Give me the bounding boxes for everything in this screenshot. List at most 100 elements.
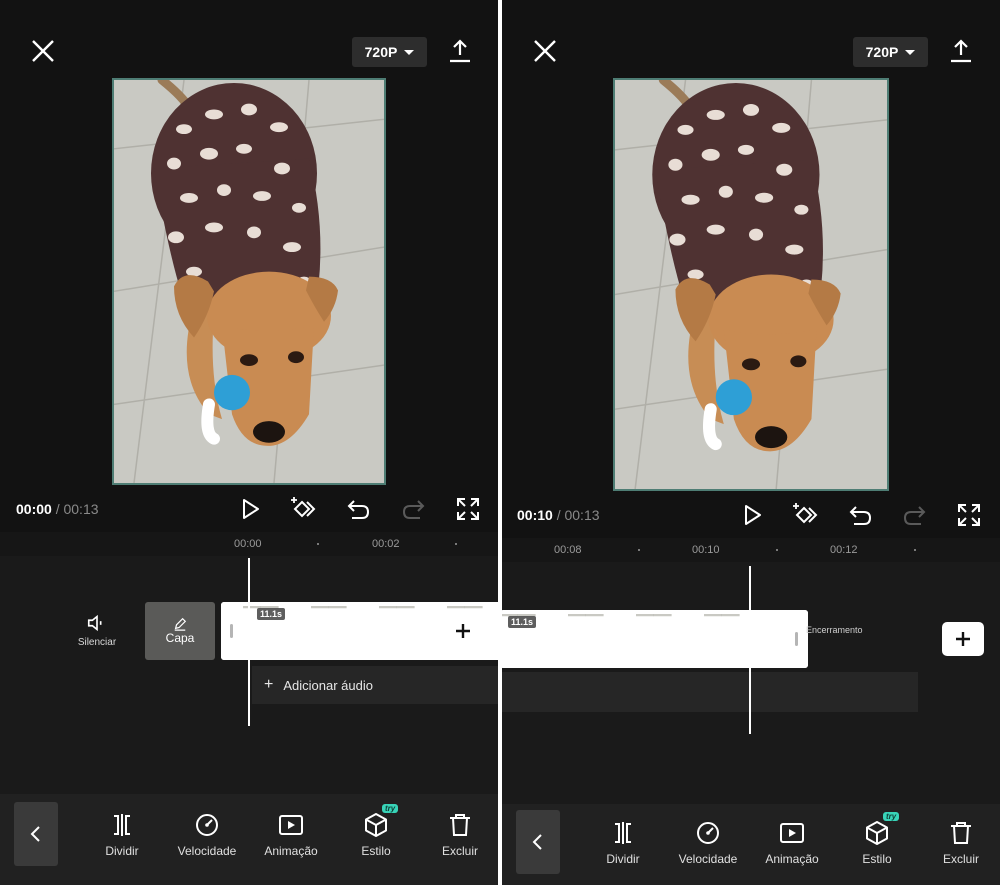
time-ruler: 00:00 00:02: [0, 532, 498, 556]
close-icon[interactable]: [28, 36, 58, 66]
fullscreen-icon[interactable]: [955, 501, 983, 529]
try-badge: try: [883, 812, 900, 821]
speaker-icon: [86, 612, 108, 634]
play-icon[interactable]: [236, 495, 264, 523]
caret-down-icon: [404, 49, 415, 55]
editor-panel-left: 720P 00:00 / 00:13 00:00 00:02 Silenciar…: [0, 0, 498, 885]
thumbnail: [636, 614, 704, 664]
clip-trim-handle-left[interactable]: [221, 602, 243, 660]
chevron-left-icon: [26, 824, 46, 844]
playhead[interactable]: [749, 566, 751, 734]
chevron-left-icon: [528, 832, 548, 852]
pencil-icon: [173, 617, 187, 631]
ruler-dot: [317, 543, 319, 545]
tool-style[interactable]: try Estilo: [837, 812, 917, 866]
clip-duration-badge: 11.1s: [508, 616, 537, 628]
tool-delete[interactable]: Excluir: [921, 820, 1000, 866]
editor-panel-right: 720P 00:10 / 00:13 00:08 00:10 00:12 11.…: [502, 0, 1000, 885]
tool-label: Dividir: [105, 844, 139, 858]
plus-icon: +: [264, 676, 274, 693]
mute-label: Silenciar: [77, 637, 117, 648]
audio-track[interactable]: [502, 672, 918, 712]
redo-icon[interactable]: [901, 501, 929, 529]
keyframe-icon[interactable]: [790, 501, 818, 529]
tool-label: Estilo: [862, 852, 892, 866]
resolution-button[interactable]: 720P: [853, 37, 928, 67]
animation-icon: [779, 820, 805, 846]
clip-duration-badge: 11.1s: [257, 608, 286, 620]
total-time: 00:13: [63, 501, 99, 517]
tool-label: Estilo: [361, 844, 391, 858]
tool-label: Dividir: [606, 852, 640, 866]
redo-icon[interactable]: [400, 495, 428, 523]
style-cube-icon: [864, 820, 890, 846]
playhead[interactable]: [248, 558, 250, 726]
undo-icon[interactable]: [344, 495, 372, 523]
resolution-button[interactable]: 720P: [352, 37, 427, 67]
tool-speed[interactable]: Velocidade: [668, 820, 748, 866]
tool-split[interactable]: Dividir: [82, 812, 162, 858]
ruler-label: 00:00: [234, 538, 262, 550]
mute-button[interactable]: Silenciar: [62, 612, 132, 648]
ruler-dot: [638, 549, 640, 551]
ruler-label: 00:08: [554, 544, 582, 556]
tool-delete[interactable]: Excluir: [420, 812, 498, 858]
keyframe-icon[interactable]: [288, 495, 316, 523]
tool-split[interactable]: Dividir: [583, 820, 663, 866]
ruler-dot: [776, 549, 778, 551]
thumbnail: [379, 606, 447, 656]
tool-label: Excluir: [942, 852, 979, 866]
add-clip-button[interactable]: [442, 614, 484, 648]
style-cube-icon: [363, 812, 389, 838]
plus-icon: [953, 629, 973, 649]
trash-icon: [447, 812, 473, 838]
ruler-label: 00:02: [372, 538, 400, 550]
export-icon[interactable]: [448, 37, 472, 63]
tool-label: Velocidade: [177, 844, 237, 858]
video-preview[interactable]: [112, 78, 386, 485]
split-icon: [109, 812, 135, 838]
close-icon[interactable]: [530, 36, 560, 66]
resolution-label: 720P: [865, 44, 899, 60]
animation-icon: [278, 812, 304, 838]
tool-style[interactable]: try Estilo: [336, 804, 416, 858]
undo-icon[interactable]: [846, 501, 874, 529]
timeline[interactable]: 00:08 00:10 00:12 11.1s Encerramento: [502, 538, 1000, 804]
clip-trim-handle-right[interactable]: [786, 610, 808, 668]
time-display: 00:00 / 00:13: [16, 501, 99, 517]
ruler-dot: [455, 543, 457, 545]
video-clip[interactable]: 11.1s: [502, 610, 808, 668]
add-audio-button[interactable]: + Adicionar áudio: [252, 666, 498, 704]
tool-label: Animação: [765, 852, 819, 866]
bottom-toolbar: Dividir Velocidade Animação try Estilo E…: [0, 794, 498, 885]
time-ruler: 00:08 00:10 00:12: [502, 538, 1000, 562]
video-preview[interactable]: [613, 78, 889, 491]
try-badge: try: [382, 804, 399, 813]
resolution-label: 720P: [364, 44, 398, 60]
back-button[interactable]: [516, 810, 560, 874]
time-separator: /: [55, 501, 60, 517]
plus-icon: [453, 621, 473, 641]
cover-label: Capa: [165, 631, 195, 645]
tool-label: Velocidade: [678, 852, 738, 866]
current-time: 00:00: [16, 501, 52, 517]
clip-thumbnails: [502, 614, 772, 664]
cover-button[interactable]: Capa: [145, 602, 215, 660]
split-icon: [610, 820, 636, 846]
export-icon[interactable]: [949, 37, 973, 63]
time-separator: /: [556, 507, 561, 523]
tool-animation[interactable]: Animação: [251, 812, 331, 858]
video-frame-dog: [615, 80, 887, 489]
tool-speed[interactable]: Velocidade: [167, 812, 247, 858]
play-icon[interactable]: [738, 501, 766, 529]
ending-label[interactable]: Encerramento: [806, 625, 863, 635]
back-button[interactable]: [14, 802, 58, 866]
speed-icon: [695, 820, 721, 846]
fullscreen-icon[interactable]: [454, 495, 482, 523]
ruler-label: 00:10: [692, 544, 720, 556]
ruler-label: 00:12: [830, 544, 858, 556]
timeline[interactable]: 00:00 00:02 Silenciar Capa 11.1s + Adici…: [0, 532, 498, 794]
add-clip-button[interactable]: [942, 622, 984, 656]
tool-animation[interactable]: Animação: [752, 820, 832, 866]
current-time: 00:10: [517, 507, 553, 523]
